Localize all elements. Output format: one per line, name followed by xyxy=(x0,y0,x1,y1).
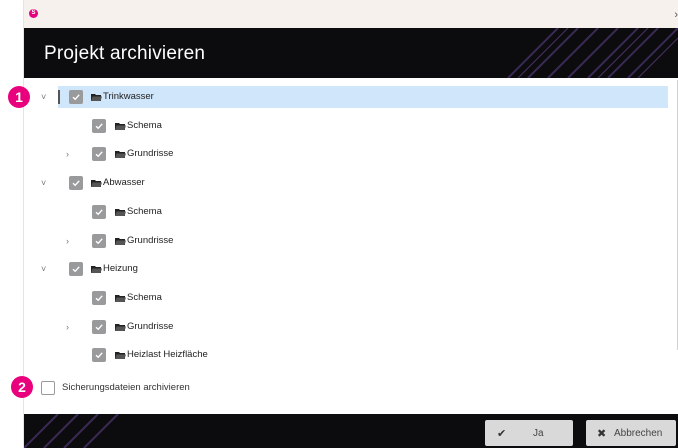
checkmark-icon xyxy=(95,237,103,244)
tree-item-label: Schema xyxy=(127,291,162,303)
checkbox[interactable] xyxy=(92,204,106,219)
cancel-button-label: Abbrechen xyxy=(614,427,663,439)
tree-item-label: Grundrisse xyxy=(127,320,174,332)
checkmark-icon xyxy=(95,151,103,158)
checkmark-icon xyxy=(72,94,80,101)
checkmark-icon xyxy=(95,295,103,302)
dialog-title: Projekt archivieren xyxy=(44,43,206,64)
checkbox[interactable] xyxy=(92,319,106,334)
yes-button[interactable]: ✔ Ja xyxy=(485,420,573,446)
folder-open-icon xyxy=(115,237,126,245)
cross-icon: ✖ xyxy=(597,427,607,440)
checkmark-icon: ✔ xyxy=(497,427,507,440)
chevron-right-icon[interactable]: › xyxy=(66,230,69,252)
window-close-icon[interactable]: › xyxy=(674,9,678,21)
checkbox[interactable] xyxy=(92,290,106,305)
folder-open-icon xyxy=(91,265,102,274)
backup-label: Sicherungsdateien archivieren xyxy=(62,382,190,393)
circuit-decoration-footer-icon xyxy=(24,414,119,448)
tree-item-label: Grundrisse xyxy=(127,234,174,246)
folder-open-icon xyxy=(115,150,126,159)
checkbox[interactable] xyxy=(69,176,83,191)
tree-item-label: Schema xyxy=(127,205,162,217)
checkbox[interactable] xyxy=(69,90,83,104)
checkmark-icon xyxy=(95,352,103,359)
yes-button-label: Ja xyxy=(533,427,544,439)
tree-item-label: Heizlast Heizfläche xyxy=(127,349,208,361)
tree-group-label: Trinkwasser xyxy=(103,91,154,102)
tree-item-label: Schema xyxy=(127,119,162,131)
tree-group-row[interactable] xyxy=(58,258,59,280)
checkbox[interactable] xyxy=(92,118,106,133)
callout-badge-2: 2 xyxy=(11,376,33,398)
chevron-right-icon[interactable]: › xyxy=(66,143,69,165)
checkbox[interactable] xyxy=(92,348,106,363)
folder-open-icon xyxy=(115,122,126,130)
checkbox[interactable] xyxy=(69,262,83,277)
chevron-right-icon[interactable]: › xyxy=(66,316,69,338)
tree-group-label: Abwasser xyxy=(103,177,145,189)
checkmark-icon xyxy=(95,123,103,129)
tree-item-label: Grundrisse xyxy=(127,148,174,160)
chevron-down-icon[interactable]: ˅ xyxy=(41,172,46,194)
checkbox[interactable] xyxy=(92,233,106,248)
checkmark-icon xyxy=(95,209,103,216)
checkmark-icon xyxy=(72,266,80,273)
dialog-footer xyxy=(24,414,678,448)
cancel-button[interactable]: ✖ Abbrechen xyxy=(586,420,676,446)
selection-marker xyxy=(58,90,60,104)
circuit-decoration-icon xyxy=(507,28,678,78)
folder-open-icon xyxy=(91,93,102,101)
checkbox[interactable] xyxy=(92,147,106,162)
tree-group-label: Heizung xyxy=(103,263,138,275)
checkmark-icon xyxy=(95,323,103,330)
app-logo-icon: S xyxy=(29,9,38,18)
callout-badge-1: 1 xyxy=(8,86,30,108)
folder-open-icon xyxy=(115,208,126,216)
folder-open-icon xyxy=(115,294,126,302)
dialog-header: Projekt archivieren xyxy=(24,28,678,78)
chevron-down-icon[interactable]: ˅ xyxy=(41,258,46,280)
backup-checkbox[interactable] xyxy=(41,381,55,395)
window-titlebar xyxy=(24,0,678,28)
checkmark-icon xyxy=(72,180,80,187)
tree-group-row[interactable] xyxy=(58,172,59,194)
folder-open-icon xyxy=(115,351,126,360)
folder-open-icon xyxy=(91,179,102,188)
chevron-down-icon[interactable]: ˅ xyxy=(41,86,46,108)
folder-open-icon xyxy=(115,323,126,331)
